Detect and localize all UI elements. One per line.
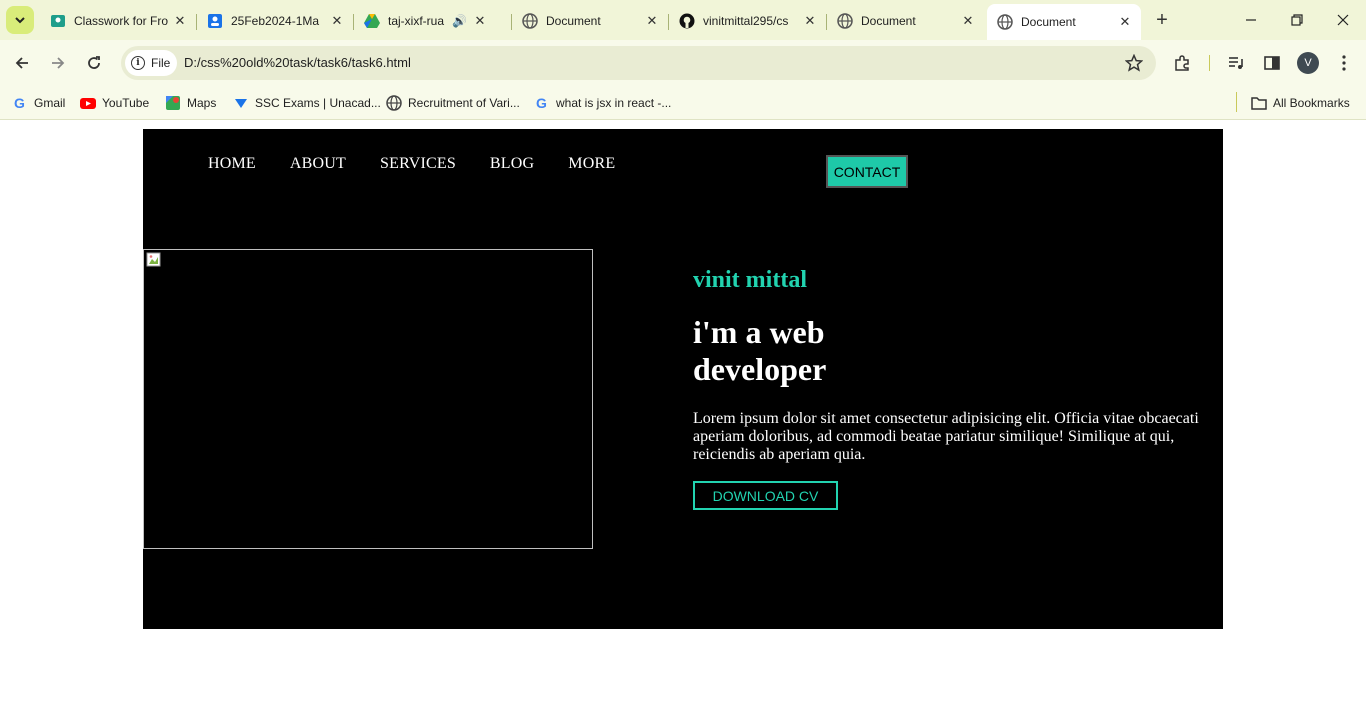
- bookmarks-separator: [1236, 92, 1237, 112]
- nav-services-link[interactable]: SERVICES: [380, 155, 456, 173]
- toolbar: i File D:/css%20old%20task/task6/task6.h…: [0, 40, 1366, 86]
- tab-document-2[interactable]: Document ✕: [827, 6, 984, 36]
- close-icon[interactable]: ✕: [958, 11, 978, 31]
- globe-icon: [997, 14, 1013, 30]
- reload-button[interactable]: [80, 49, 108, 77]
- globe-icon: [386, 95, 402, 111]
- tab-meeting[interactable]: 25Feb2024-1Ma ✕: [197, 6, 354, 36]
- close-icon[interactable]: ✕: [327, 11, 347, 31]
- back-button[interactable]: [8, 49, 36, 77]
- github-icon: [679, 13, 695, 29]
- new-tab-button[interactable]: +: [1150, 8, 1174, 32]
- all-bookmarks-button[interactable]: All Bookmarks: [1251, 92, 1350, 114]
- svg-text:G: G: [14, 95, 25, 111]
- nav-more-link[interactable]: MORE: [568, 155, 615, 173]
- google-icon: G: [534, 95, 550, 111]
- unacademy-icon: [233, 95, 249, 111]
- tab-title: vinitmittal295/cs: [703, 14, 789, 28]
- url-text[interactable]: D:/css%20old%20task/task6/task6.html: [184, 55, 411, 70]
- broken-image-icon: [146, 252, 161, 267]
- close-icon[interactable]: ✕: [800, 11, 820, 31]
- tab-title: 25Feb2024-1Ma: [231, 14, 320, 28]
- close-icon[interactable]: ✕: [470, 11, 490, 31]
- restore-button[interactable]: [1274, 6, 1320, 34]
- google-icon: G: [12, 95, 28, 111]
- download-cv-button[interactable]: DOWNLOAD CV: [693, 481, 838, 510]
- info-icon: i: [131, 56, 145, 70]
- tab-document-1[interactable]: Document ✕: [512, 6, 669, 36]
- nav-home-link[interactable]: HOME: [208, 155, 256, 173]
- profile-avatar[interactable]: V: [1297, 52, 1319, 74]
- tab-drive[interactable]: taj-xixf-rua ( 🔊 ✕: [354, 6, 512, 36]
- tab-title: Document: [861, 14, 916, 28]
- folder-icon: [1251, 95, 1267, 111]
- hero-text: vinit mittal i'm a web developer Lorem i…: [693, 267, 1213, 510]
- bookmark-label: what is jsx in react -...: [556, 96, 672, 110]
- nav-blog-link[interactable]: BLOG: [490, 155, 534, 173]
- tab-title: Document: [546, 14, 601, 28]
- chevron-down-icon: [15, 17, 25, 24]
- arrow-right-icon: [52, 57, 65, 69]
- speaker-icon[interactable]: 🔊: [452, 14, 470, 28]
- close-window-button[interactable]: [1320, 6, 1366, 34]
- bookmark-ssc[interactable]: SSC Exams | Unacad...: [233, 92, 381, 114]
- hero-headline: i'm a web developer: [693, 314, 827, 387]
- reload-icon: [88, 56, 100, 69]
- site-nav: HOME ABOUT SERVICES BLOG MORE: [208, 155, 649, 173]
- bookmark-label: SSC Exams | Unacad...: [255, 96, 381, 110]
- extensions-icon[interactable]: [1168, 49, 1196, 77]
- bookmark-recruitment[interactable]: Recruitment of Vari...: [386, 92, 520, 114]
- bookmark-youtube[interactable]: YouTube: [80, 92, 149, 114]
- chip-label: File: [151, 56, 171, 70]
- close-icon[interactable]: ✕: [170, 11, 190, 31]
- close-icon[interactable]: ✕: [642, 11, 662, 31]
- bookmark-maps[interactable]: Maps: [165, 92, 216, 114]
- tab-search-button[interactable]: [6, 6, 34, 34]
- bookmark-gmail[interactable]: G Gmail: [12, 92, 65, 114]
- contact-button[interactable]: CONTACT: [826, 155, 908, 188]
- menu-kebab-icon[interactable]: [1330, 49, 1358, 77]
- arrow-left-icon: [15, 57, 28, 69]
- tab-title: Classwork for Fro: [74, 14, 169, 28]
- address-bar[interactable]: i File D:/css%20old%20task/task6/task6.h…: [121, 46, 1156, 80]
- site-info-chip[interactable]: i File: [125, 50, 177, 76]
- tab-document-active[interactable]: Document ✕: [987, 4, 1141, 40]
- svg-text:G: G: [536, 95, 547, 111]
- side-panel-icon[interactable]: [1258, 49, 1286, 77]
- google-drive-icon: [364, 13, 380, 29]
- bookmark-label: Gmail: [34, 96, 66, 110]
- hero-image-placeholder: [143, 249, 593, 549]
- forward-button[interactable]: [44, 49, 72, 77]
- bookmark-label: Recruitment of Vari...: [408, 96, 520, 110]
- globe-icon: [522, 13, 538, 29]
- tab-strip: Classwork for Fro ✕ 25Feb2024-1Ma ✕ taj-…: [0, 0, 1366, 40]
- minimize-button[interactable]: [1228, 6, 1274, 34]
- tab-github[interactable]: vinitmittal295/cs ✕: [669, 6, 827, 36]
- globe-icon: [837, 13, 853, 29]
- bookmarks-bar: G Gmail YouTube Maps SSC Exams | Unacad.…: [0, 86, 1366, 120]
- nav-about-link[interactable]: ABOUT: [290, 155, 346, 173]
- bookmark-label: YouTube: [102, 96, 150, 110]
- tab-classwork[interactable]: Classwork for Fro ✕: [40, 6, 197, 36]
- bookmark-label: Maps: [187, 96, 217, 110]
- bookmark-star-icon[interactable]: [1122, 51, 1146, 75]
- portfolio-page: HOME ABOUT SERVICES BLOG MORE CONTACT vi…: [143, 129, 1223, 629]
- all-bookmarks-label: All Bookmarks: [1273, 96, 1350, 110]
- user-account-icon: [207, 13, 223, 29]
- tab-title: Document: [1021, 15, 1076, 29]
- tab-title: taj-xixf-rua (: [388, 14, 446, 28]
- toolbar-separator: [1209, 55, 1210, 71]
- media-control-icon[interactable]: [1222, 49, 1250, 77]
- classroom-icon: [50, 13, 66, 29]
- maps-icon: [165, 95, 181, 111]
- author-name: vinit mittal: [693, 267, 807, 293]
- hero-description: Lorem ipsum dolor sit amet consectetur a…: [693, 410, 1199, 463]
- youtube-icon: [80, 95, 96, 111]
- bookmark-jsx[interactable]: G what is jsx in react -...: [534, 92, 671, 114]
- close-icon[interactable]: ✕: [1115, 12, 1135, 32]
